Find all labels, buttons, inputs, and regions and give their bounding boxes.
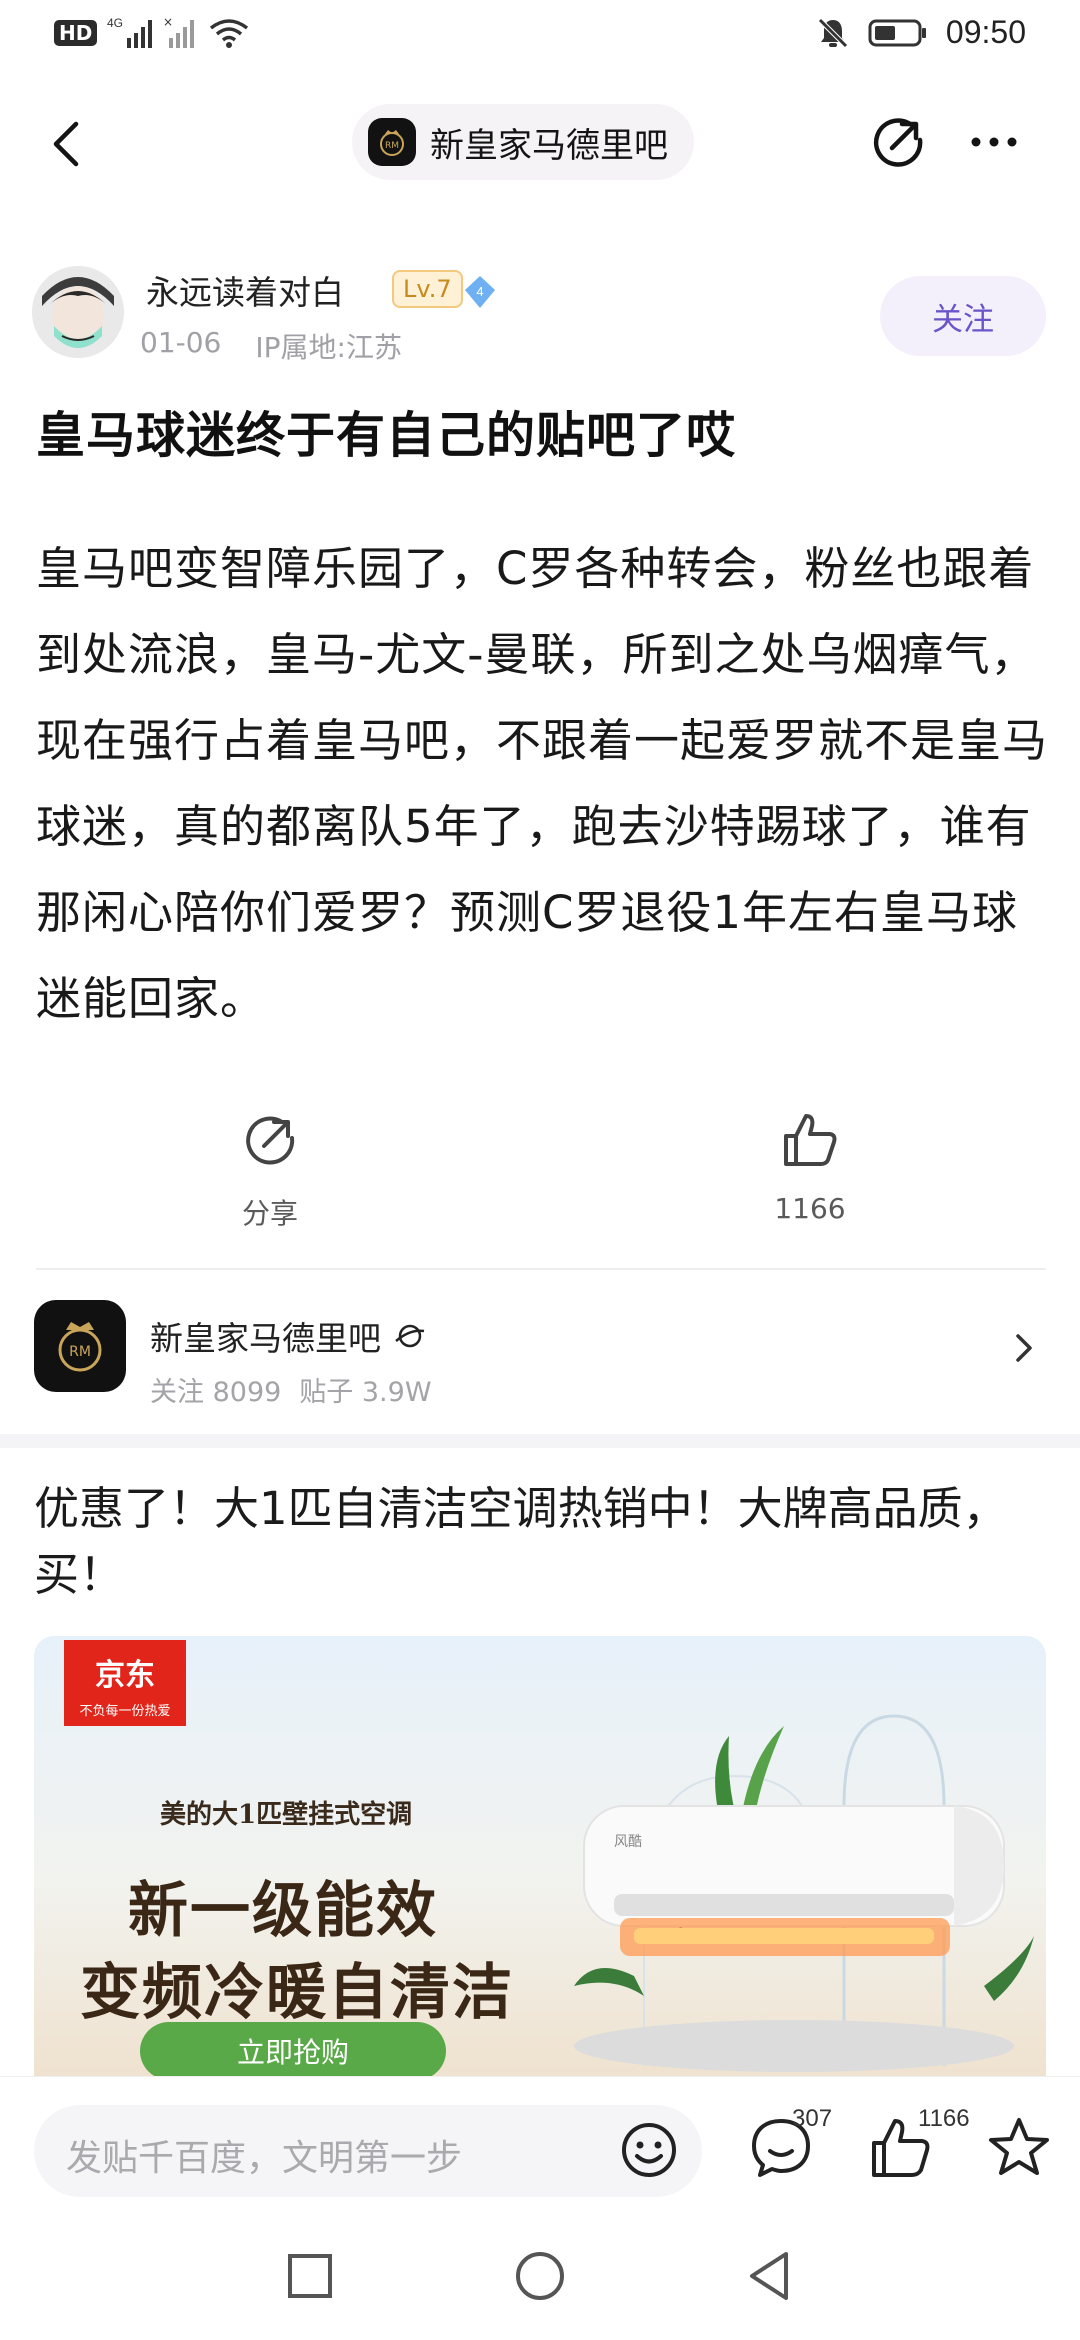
forum-logo-icon: RM [368, 118, 416, 166]
ip-location: IP属地:江苏 [255, 331, 402, 364]
share-icon[interactable] [866, 110, 930, 174]
recents-icon[interactable] [280, 2246, 340, 2306]
thumbs-up-icon [784, 1114, 837, 1166]
signal-icon: 4G [107, 16, 153, 48]
like-count: 1166 [774, 1192, 846, 1225]
jd-slogan: 不负每一份热爱 [79, 1704, 171, 1719]
bottom-bar: 发贴千百度，文明第一步 307 1166 [0, 2076, 1080, 2208]
author-name[interactable]: 永远读着对白 [146, 266, 344, 314]
status-bar: HD 4G × 09:50 [0, 0, 1080, 76]
more-icon[interactable] [962, 110, 1026, 174]
post-title: 皇马球迷终于有自己的贴吧了哎 [36, 407, 737, 464]
system-nav-bar [0, 2208, 1080, 2340]
clock: 09:50 [945, 14, 1026, 50]
post-date: 01-06 [140, 326, 222, 359]
follow-button[interactable]: 关注 [880, 276, 1046, 356]
author-meta: 01-06 IP属地:江苏 [140, 326, 402, 366]
buy-now-button[interactable]: 立即抢购 [140, 2022, 446, 2076]
post-body: 皇马吧变智障乐园了，C罗各种转会，粉丝也跟着到处流浪，皇马-尤文-曼联，所到之处… [36, 542, 1049, 1025]
author-row: 永远读着对白 Lv.7 4 01-06 IP属地:江苏 关注 [0, 262, 1080, 372]
level-badge: Lv.7 [392, 270, 463, 308]
svg-text:RM: RM [385, 141, 399, 151]
product-brand-text: 风酷 [614, 1834, 642, 1850]
wifi-icon [210, 19, 249, 48]
ad-title[interactable]: 优惠了！大1匹自清洁空调热销中！大牌高品质，买！ [34, 1476, 1044, 1608]
share-icon [246, 1116, 295, 1165]
top-nav: RM 新皇家马德里吧 [0, 96, 1080, 192]
ad-banner[interactable]: 京东 不负每一份热爱 风酷 美的大1匹壁挂式空调 新一级能效 变频冷暖自清洁 立… [34, 1636, 1046, 2076]
section-separator [0, 1434, 1080, 1448]
jd-logo: 京东 不负每一份热爱 [64, 1640, 186, 1726]
planet-icon [395, 1324, 425, 1348]
forum-chip[interactable]: RM 新皇家马德里吧 [352, 104, 694, 180]
share-label: 分享 [241, 1197, 298, 1230]
forum-chip-name: 新皇家马德里吧 [430, 125, 668, 166]
chevron-right-icon [1016, 1334, 1032, 1362]
signal-icon-sim2: × [163, 16, 195, 48]
reply-input[interactable]: 发贴千百度，文明第一步 [34, 2105, 702, 2197]
back-icon[interactable] [40, 114, 100, 174]
air-conditioner-image: 风酷 [574, 1714, 1034, 2072]
svg-text:RM: RM [69, 1344, 91, 1360]
jd-brand-text: 京东 [95, 1658, 155, 1693]
mute-bell-icon [818, 17, 848, 48]
like-action[interactable]: 1166 [710, 1108, 910, 1225]
comment-count: 307 [792, 2105, 833, 2132]
reply-placeholder: 发贴千百度，文明第一步 [66, 2138, 463, 2179]
back-nav-icon[interactable] [740, 2246, 800, 2306]
forum-logo-icon: RM [34, 1300, 126, 1392]
hd-icon: HD [54, 20, 98, 46]
like-count-bottom: 1166 [918, 2105, 970, 2132]
svg-text:4G: 4G [107, 16, 123, 30]
status-icons-left: HD 4G × [54, 16, 249, 50]
home-icon[interactable] [510, 2246, 570, 2306]
share-action[interactable]: 分享 [170, 1108, 370, 1232]
avatar[interactable] [32, 266, 124, 358]
battery-icon [868, 19, 926, 46]
forum-card-name: 新皇家马德里吧 [150, 1312, 427, 1360]
emoji-icon[interactable] [618, 2119, 680, 2181]
ad-headline-2: 变频冷暖自清洁 [80, 1958, 514, 2028]
forum-name: 新皇家马德里吧 [150, 1319, 381, 1358]
divider [36, 1268, 1046, 1270]
forum-followers: 关注 8099 [150, 1377, 282, 1408]
ad-subtitle: 美的大1匹壁挂式空调 [160, 1800, 413, 1830]
ad-headline-1: 新一级能效 [128, 1876, 438, 1946]
svg-text:4: 4 [476, 284, 483, 299]
forum-stats: 关注 8099 贴子 3.9W [150, 1370, 432, 1409]
status-icons-right: 09:50 [816, 14, 1026, 51]
svg-text:×: × [163, 16, 173, 29]
forum-posts: 贴子 3.9W [299, 1377, 432, 1408]
vip-diamond-icon: 4 [465, 276, 495, 308]
forum-card[interactable]: RM 新皇家马德里吧 关注 8099 贴子 3.9W [0, 1290, 1080, 1426]
star-icon[interactable] [984, 2113, 1054, 2183]
